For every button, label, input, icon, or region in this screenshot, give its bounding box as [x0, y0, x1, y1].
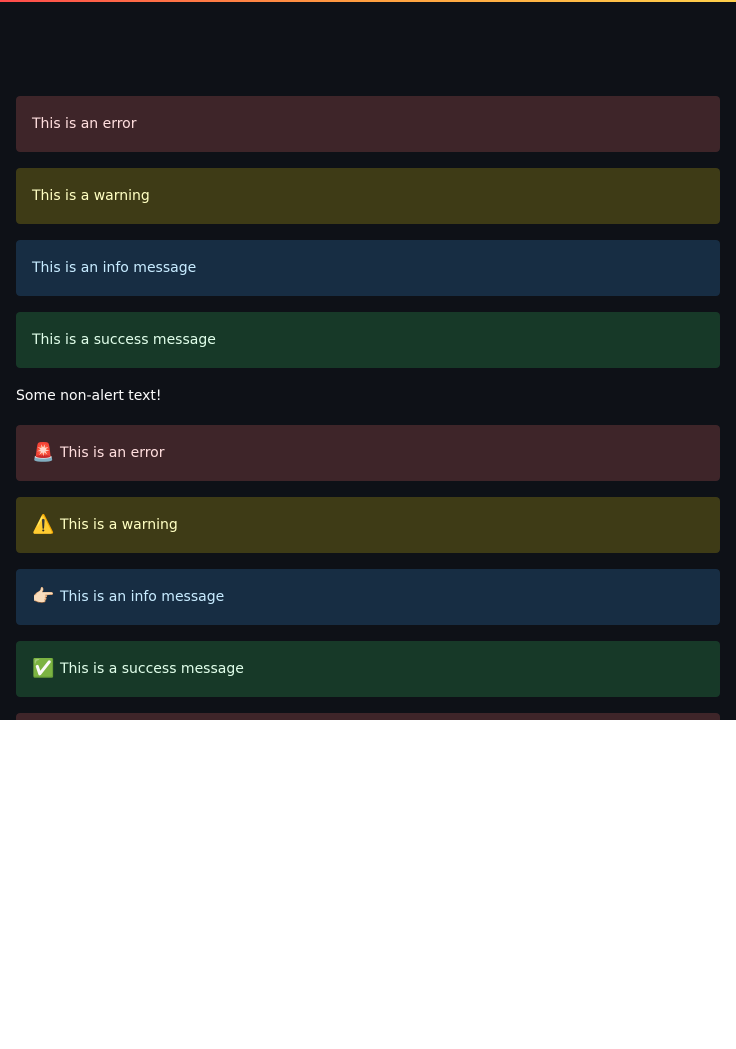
alert-text: This is a warning [60, 516, 178, 533]
alert-text: This is a success message [32, 331, 216, 348]
top-decoration-bar [0, 0, 736, 2]
alert-text: This is a success message [60, 660, 244, 677]
success-alert: This is a success message [16, 312, 720, 368]
app-frame: This is an error This is a warning This … [0, 0, 736, 720]
pointing-right-icon: 👉🏻 [32, 586, 55, 607]
alert-text: This is a warning [32, 187, 150, 204]
non-alert-text: Some non-alert text! [16, 388, 162, 404]
main-content: This is an error This is a warning This … [16, 96, 720, 720]
error-alert-with-icon: 🚨 This is an error [16, 425, 720, 481]
partial-error-alert [16, 713, 720, 720]
alert-text: This is an info message [60, 588, 225, 605]
info-alert: This is an info message [16, 240, 720, 296]
info-alert-with-icon: 👉🏻 This is an info message [16, 569, 720, 625]
warning-alert-with-icon: ⚠️ This is a warning [16, 497, 720, 553]
success-alert-with-icon: ✅ This is a success message [16, 641, 720, 697]
alert-text: This is an error [32, 115, 137, 132]
alert-text: This is an error [60, 444, 165, 461]
check-mark-icon: ✅ [32, 658, 55, 679]
alert-text: This is an info message [32, 259, 197, 276]
warning-alert: This is a warning [16, 168, 720, 224]
warning-icon: ⚠️ [32, 514, 55, 535]
rotating-light-icon: 🚨 [32, 442, 55, 463]
error-alert: This is an error [16, 96, 720, 152]
